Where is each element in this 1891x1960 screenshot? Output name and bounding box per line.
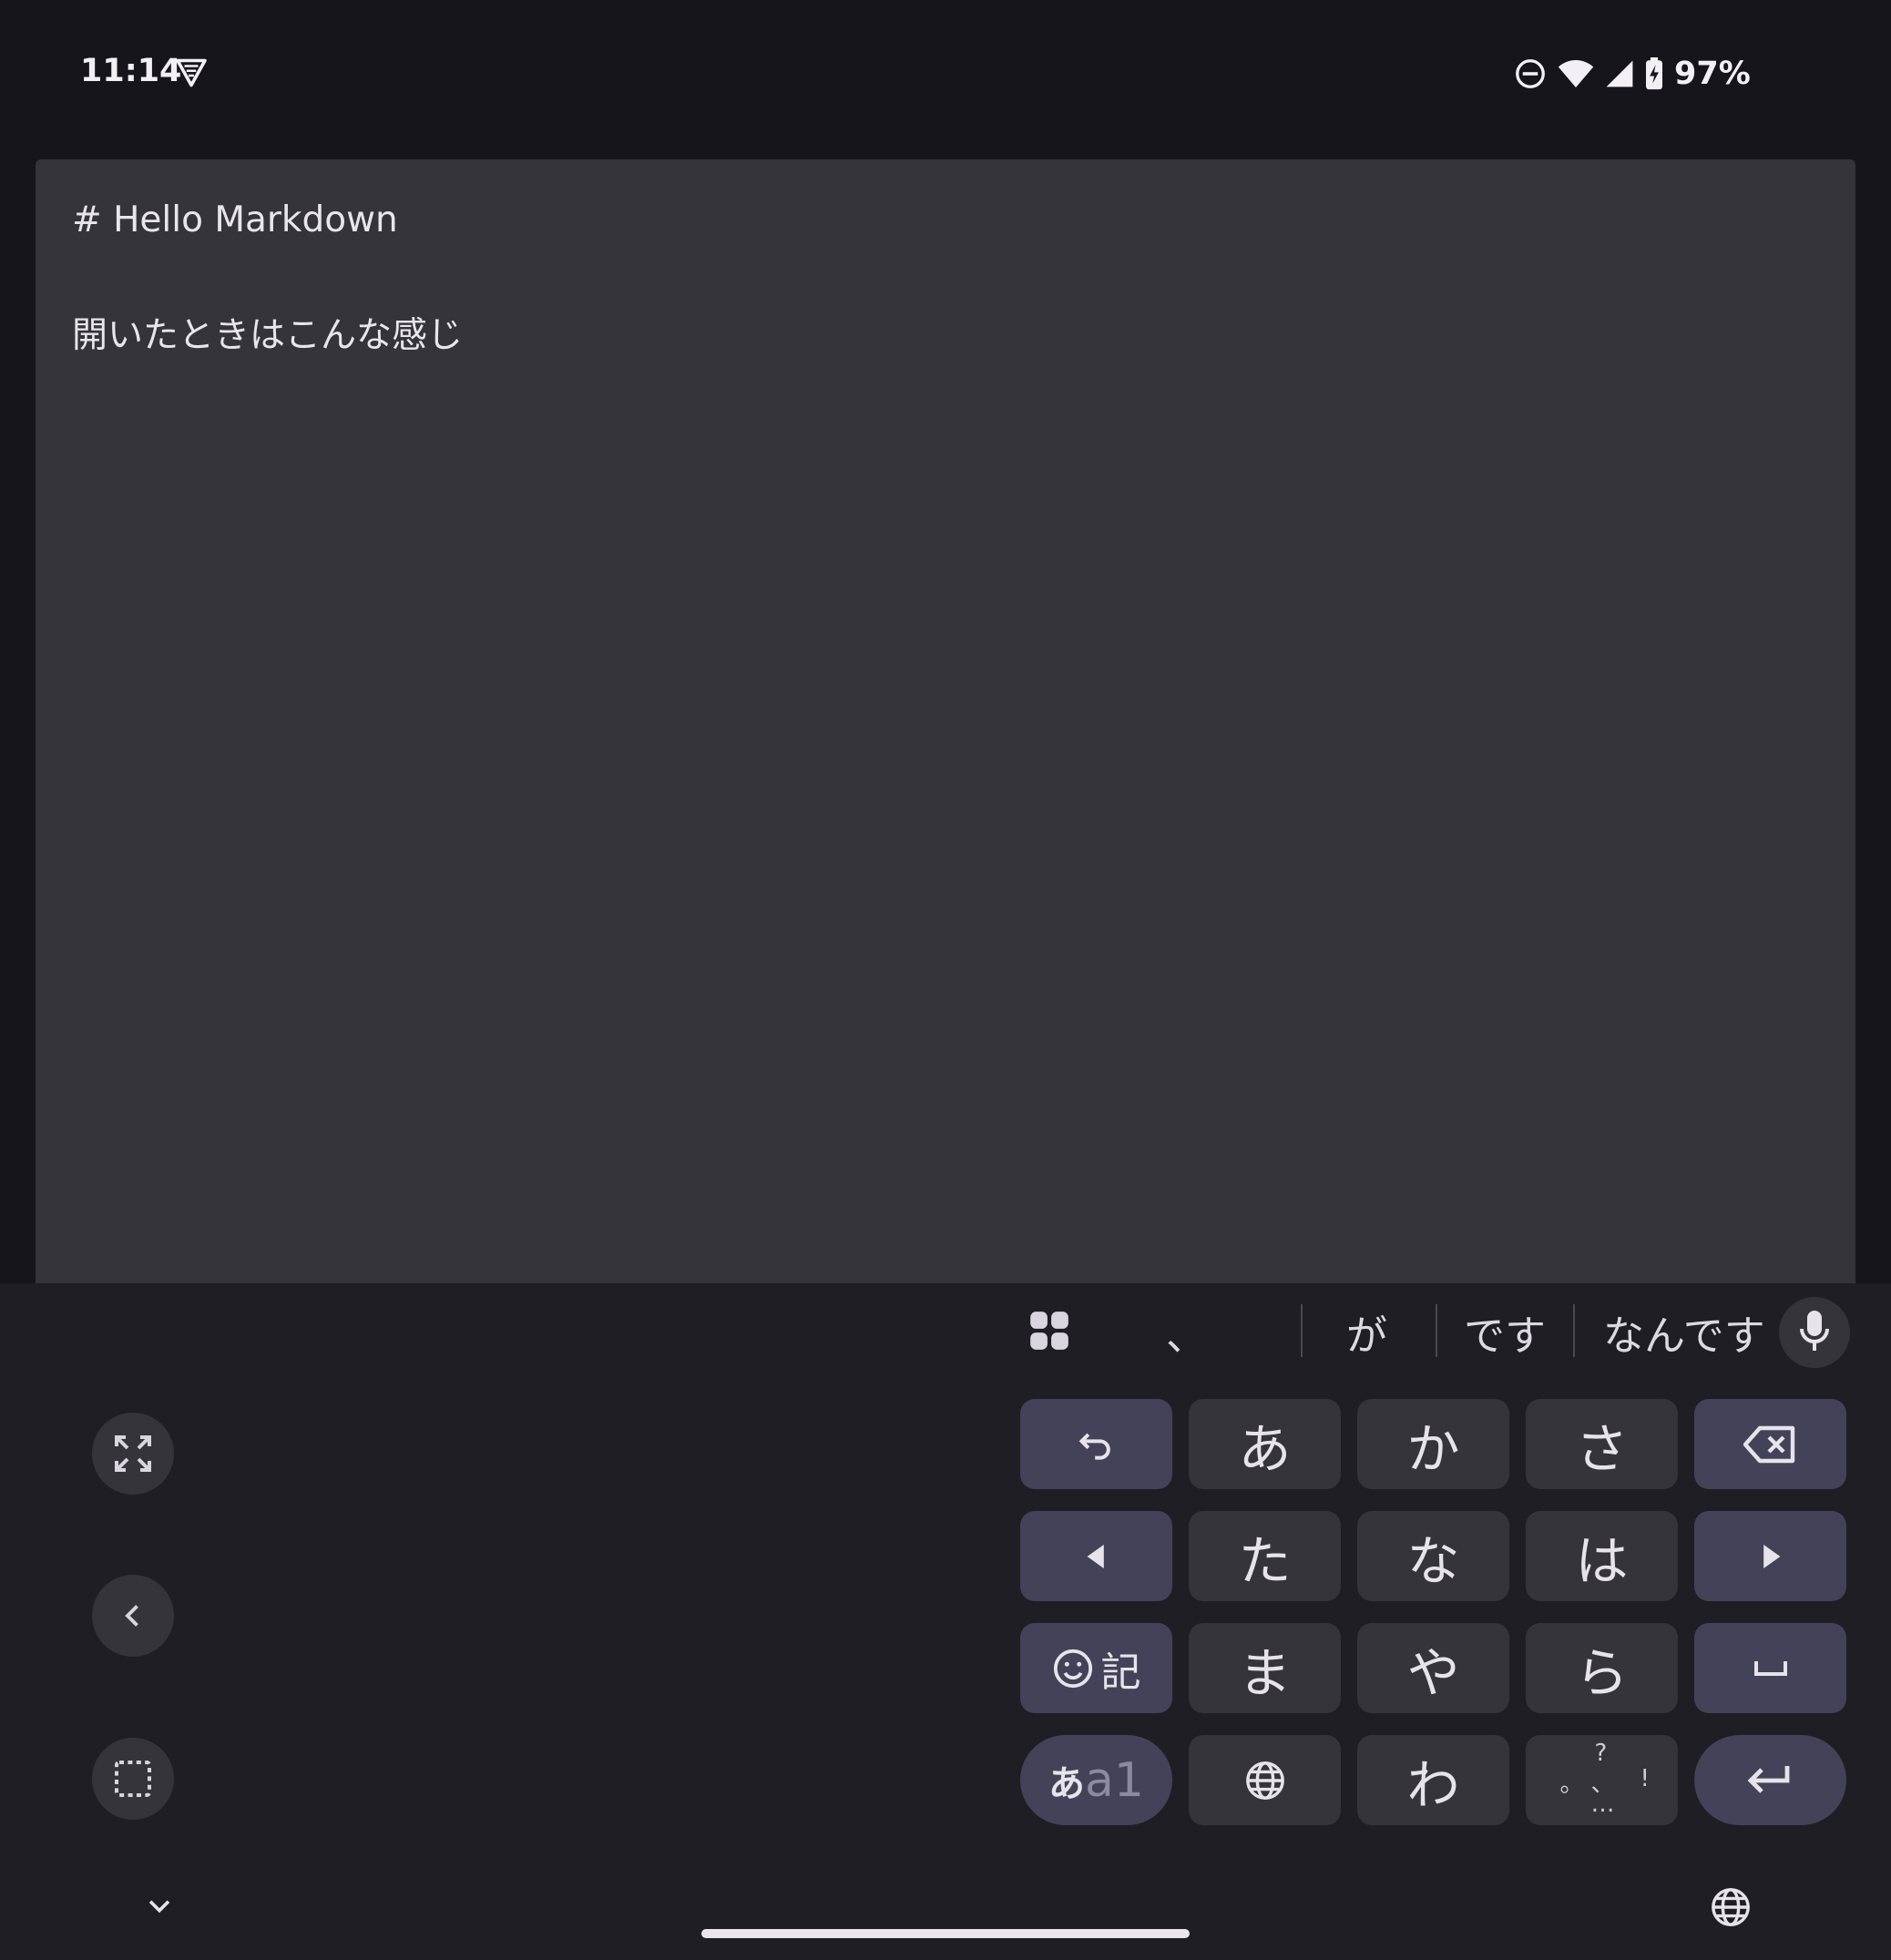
cursor-right-key[interactable] — [1694, 1511, 1846, 1601]
key-sa[interactable]: さ — [1526, 1399, 1678, 1489]
vpn-icon — [175, 56, 211, 93]
wifi-icon — [1558, 57, 1594, 90]
mode-alpha-label: a1 — [1085, 1752, 1144, 1808]
punct-exclaim: ! — [1640, 1764, 1650, 1792]
editor-line-heading: # Hello Markdown — [72, 199, 398, 240]
keyboard-panel — [0, 1283, 1891, 1960]
punctuation-key[interactable]: ? 。 、 ! … — [1526, 1735, 1678, 1825]
suggestion-3[interactable]: です — [1464, 1298, 1546, 1365]
space-icon — [1753, 1659, 1789, 1678]
enter-key[interactable] — [1694, 1735, 1846, 1825]
suggestion-divider — [1301, 1304, 1303, 1357]
selection-icon — [111, 1757, 155, 1801]
key-na[interactable]: な — [1357, 1511, 1509, 1601]
emoji-symbol-key[interactable]: 記 — [1020, 1623, 1172, 1713]
editor-line-body: 開いたときはこんな感じ — [72, 315, 464, 356]
cell-signal-icon — [1605, 58, 1634, 89]
key-ya[interactable]: や — [1357, 1623, 1509, 1713]
apps-grid-button[interactable] — [1014, 1297, 1085, 1368]
suggestion-4[interactable]: なんです — [1603, 1298, 1767, 1365]
status-time: 11:14 — [80, 53, 182, 89]
chevron-down-icon — [144, 1900, 175, 1924]
key-ta[interactable]: た — [1189, 1511, 1341, 1601]
key-ra[interactable]: ら — [1526, 1623, 1678, 1713]
markdown-editor[interactable]: # Hello Markdown 開いたときはこんな感じ — [36, 159, 1855, 1284]
mode-kana-label: あ — [1048, 1762, 1086, 1805]
undo-key[interactable] — [1020, 1399, 1172, 1489]
hide-keyboard-button[interactable] — [144, 1890, 177, 1923]
battery-percent: 97% — [1674, 56, 1751, 92]
suggestion-divider — [1573, 1304, 1575, 1357]
enter-icon — [1747, 1762, 1794, 1799]
voice-input-button[interactable] — [1779, 1297, 1850, 1368]
symbol-label: 記 — [1100, 1649, 1141, 1696]
backspace-key[interactable] — [1694, 1399, 1846, 1489]
grid-icon — [1027, 1308, 1072, 1357]
input-mode-key[interactable]: あ a1 — [1020, 1735, 1172, 1825]
globe-icon — [1244, 1760, 1286, 1802]
arrow-right-icon — [1759, 1544, 1783, 1568]
text-select-button[interactable] — [92, 1738, 174, 1820]
space-key[interactable] — [1694, 1623, 1846, 1713]
cursor-left-key[interactable] — [1020, 1511, 1172, 1601]
suggestion-2[interactable]: が — [1346, 1298, 1387, 1365]
home-gesture-bar[interactable] — [701, 1929, 1190, 1938]
collapse-side-button[interactable] — [92, 1575, 174, 1657]
punct-period: 。 — [1559, 1770, 1584, 1798]
punct-ellipsis: … — [1590, 1790, 1615, 1818]
punct-question: ? — [1594, 1739, 1608, 1767]
chevron-left-icon — [117, 1599, 149, 1632]
language-key[interactable] — [1189, 1735, 1341, 1825]
status-bar: 11:14 97% — [0, 0, 1891, 150]
globe-icon — [1710, 1888, 1752, 1932]
smiley-icon — [1052, 1648, 1094, 1689]
backspace-icon — [1743, 1424, 1798, 1465]
arrow-left-icon — [1085, 1544, 1109, 1568]
key-a[interactable]: あ — [1189, 1399, 1341, 1489]
switch-keyboard-button[interactable] — [1710, 1886, 1753, 1930]
status-icons: 97% — [1514, 53, 1751, 95]
key-ma[interactable]: ま — [1189, 1623, 1341, 1713]
do-not-disturb-icon — [1514, 57, 1547, 90]
key-ka[interactable]: か — [1357, 1399, 1509, 1489]
battery-charging-icon — [1645, 57, 1663, 90]
fullscreen-keyboard-button[interactable] — [92, 1413, 174, 1495]
suggestion-1[interactable]: 、 — [1166, 1298, 1207, 1365]
key-ha[interactable]: は — [1526, 1511, 1678, 1601]
suggestion-divider — [1436, 1304, 1437, 1357]
microphone-icon — [1796, 1309, 1833, 1356]
undo-icon — [1077, 1424, 1117, 1465]
key-wa[interactable]: わ — [1357, 1735, 1509, 1825]
expand-icon — [111, 1432, 155, 1475]
